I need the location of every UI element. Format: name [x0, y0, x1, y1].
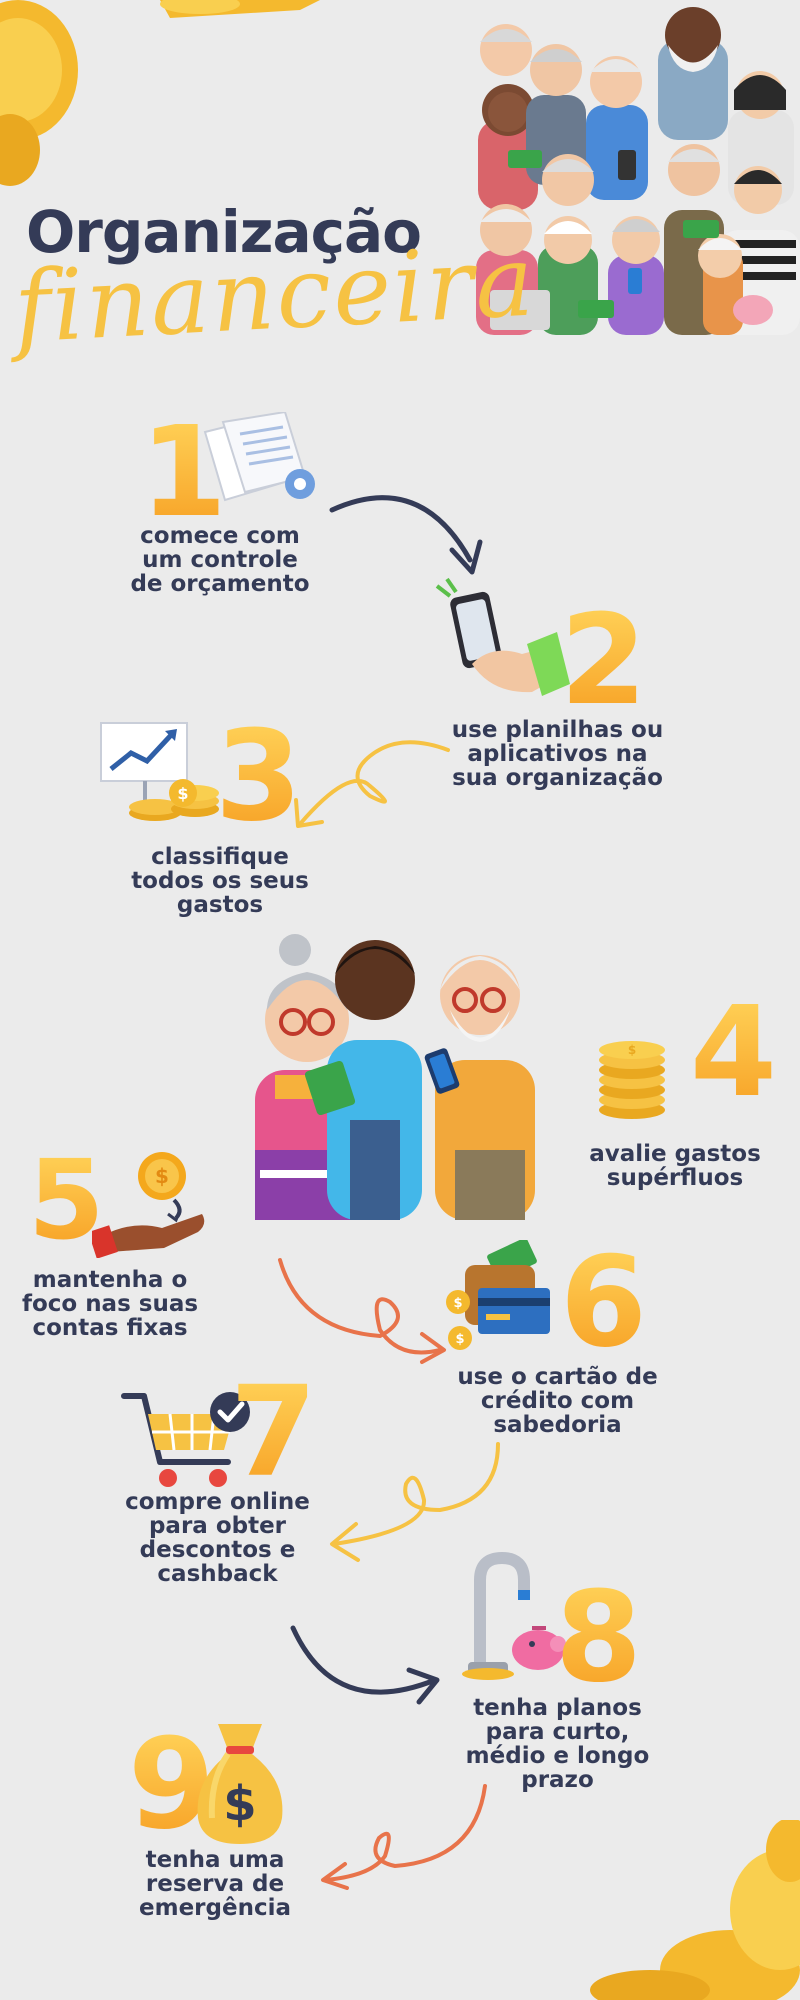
phone-hand-icon	[435, 577, 570, 696]
infographic-page: Organização financeira 1 comece com um c…	[0, 0, 800, 2000]
step-number-2: 2	[560, 588, 647, 733]
wallet-card-coins-icon: $ $	[446, 1240, 550, 1350]
step-text-9: tenha uma reserva de emergência	[139, 1847, 291, 1921]
document-gear-icon	[203, 412, 315, 502]
arrow-step-2-to-3	[294, 740, 450, 828]
step-number-4: 4	[690, 980, 777, 1125]
svg-text:$: $	[628, 1043, 636, 1057]
svg-text:$: $	[453, 1296, 462, 1311]
step-text-5: mantenha o foco nas suas contas fixas	[21, 1267, 199, 1341]
arrow-step-8-to-9	[321, 1784, 487, 1890]
coin-stack-icon: $	[599, 1041, 665, 1119]
faucet-piggy-bank-icon	[462, 1551, 566, 1680]
step-number-6: 6	[560, 1230, 647, 1375]
money-bag-icon: $	[197, 1724, 283, 1844]
arrow-step-7-to-8	[290, 1625, 440, 1705]
svg-text:$: $	[455, 1332, 464, 1347]
svg-text:$: $	[177, 784, 188, 803]
three-friends-illustration	[255, 934, 535, 1220]
svg-text:$: $	[155, 1164, 169, 1188]
svg-text:$: $	[223, 1776, 256, 1832]
step-number-8: 8	[555, 1565, 642, 1710]
step-number-3: 3	[215, 704, 302, 849]
step-text-1: comece com um controle de orçamento	[130, 523, 310, 597]
arrow-step-5-to-6	[278, 1258, 446, 1364]
hand-coin-icon: $	[92, 1152, 205, 1258]
step-text-2: use planilhas ou aplicativos na sua orga…	[451, 717, 664, 791]
step-text-8: tenha planos para curto, médio e longo p…	[465, 1695, 650, 1793]
step-text-6: use o cartão de crédito com sabedoria	[457, 1364, 658, 1438]
growth-chart-coins-icon: $	[100, 722, 219, 821]
coins-top-left-decoration	[0, 0, 320, 186]
coins-bottom-right-decoration	[590, 1820, 800, 2000]
step-number-7: 7	[230, 1360, 317, 1505]
step-text-4: avalie gastos supérfluos	[589, 1141, 761, 1191]
step-text-7: compre online para obter descontos e cas…	[125, 1489, 310, 1587]
